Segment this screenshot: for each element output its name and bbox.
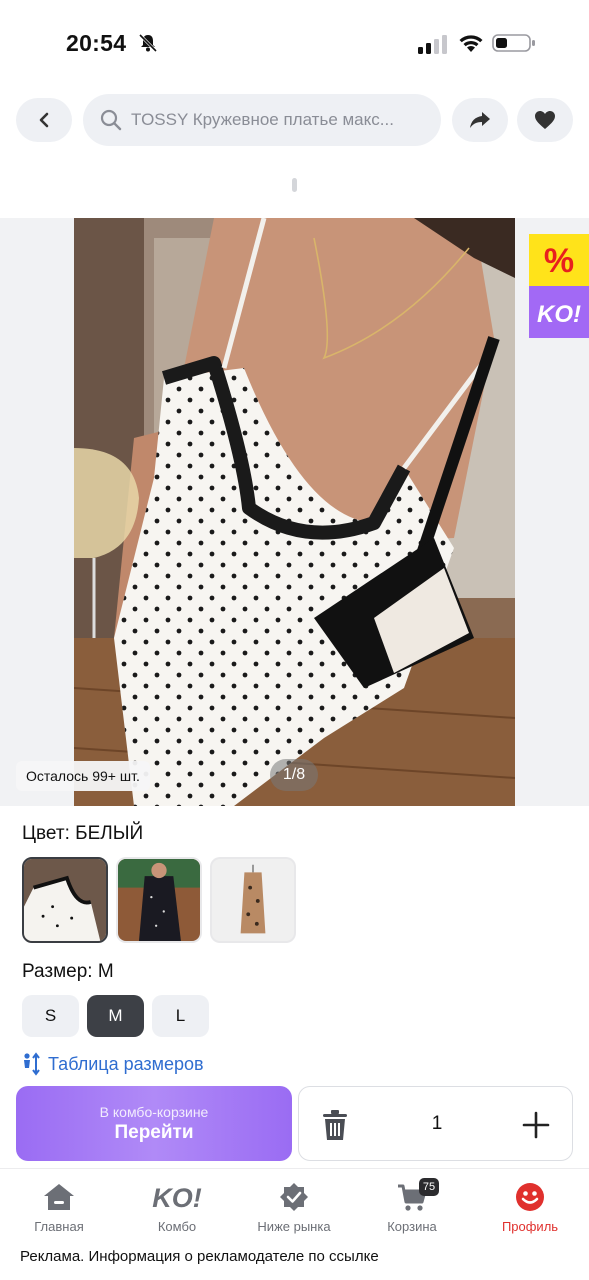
color-label: Цвет: БЕЛЫЙ [22,823,144,844]
promo-percent: % [544,242,574,280]
tab-below-market[interactable]: Ниже рынка [244,1181,344,1234]
tab-cart[interactable]: 75 Корзина [362,1178,462,1234]
size-table-link[interactable]: Таблица размеров [22,1052,204,1076]
gallery-page-counter: 1/8 [270,759,318,791]
tab-home[interactable]: Главная [9,1181,109,1234]
promo-brand: KO! [537,301,581,328]
color-swatch-black[interactable] [116,857,202,943]
size-label: Размер: M [22,961,114,982]
search-query-text: TOSSY Кружевное платье макс... [131,110,394,129]
pull-indicator [292,178,297,192]
heart-icon [535,111,555,129]
signal-icon [418,35,447,54]
black-dress-thumbnail [118,859,200,941]
search-field[interactable]: TOSSY Кружевное платье макс... [83,94,441,146]
plus-icon[interactable] [521,1110,551,1140]
color-swatch-white[interactable] [22,857,108,943]
tab-cart-label: Корзина [387,1219,437,1234]
back-button[interactable] [16,98,72,142]
stock-badge: Осталось 99+ шт. [16,761,150,791]
size-option-m[interactable]: M [87,995,144,1037]
tab-combo-label: Комбо [157,1219,197,1234]
search-icon [100,109,122,131]
white-dress-thumbnail [24,859,106,941]
color-swatch-leopard[interactable] [210,857,296,943]
tab-home-label: Главная [34,1219,84,1234]
leopard-dress-thumbnail [212,859,294,941]
home-icon [44,1184,74,1210]
promo-ko-badge[interactable]: % KO! [529,234,589,338]
tab-profile[interactable]: Профиль [480,1181,580,1234]
status-time: 20:54 [66,30,127,56]
ko-logo-icon: KO! [152,1183,202,1212]
combo-cart-button[interactable]: В комбо-корзине Перейти [16,1086,292,1161]
svg-text:KO!: KO! [152,1183,202,1212]
cart-count-badge: 75 [419,1178,439,1196]
profile-smile-icon [516,1183,544,1211]
combo-cart-title: Перейти [114,1121,194,1143]
product-gallery[interactable]: % KO! Осталось 99+ шт. 1/8 [0,218,589,806]
product-photo[interactable] [74,218,515,806]
quantity-stepper: 1 [298,1086,573,1161]
color-swatches [22,857,296,943]
bell-muted-icon [138,33,158,53]
status-bar: 20:54 [0,0,589,88]
ad-disclaimer[interactable]: Реклама. Информация о рекламодателе по с… [20,1248,379,1265]
trash-icon[interactable] [319,1108,351,1142]
bottom-tab-bar: Главная KO! Комбо Ниже рынка 75 Корзина … [0,1168,589,1240]
share-arrow-icon [470,112,490,128]
size-options: S M L [22,995,209,1037]
favorite-button[interactable] [517,98,573,142]
size-table-label: Таблица размеров [48,1053,204,1074]
combo-cart-subtitle: В комбо-корзине [99,1103,209,1120]
dress-photo-illustration [74,218,515,806]
ruler-arrows-icon [24,1052,40,1076]
tab-below-market-label: Ниже рынка [257,1219,331,1234]
size-option-l[interactable]: L [152,995,209,1037]
size-option-s[interactable]: S [22,995,79,1037]
battery-icon [492,34,535,52]
wifi-icon [459,35,483,52]
top-navigation: TOSSY Кружевное платье макс... [0,94,589,148]
share-button[interactable] [452,98,508,142]
quantity-value: 1 [431,1113,443,1134]
badge-check-icon [280,1183,308,1211]
chevron-left-icon [39,112,49,128]
tab-combo[interactable]: KO! Комбо [127,1181,227,1234]
tab-profile-label: Профиль [501,1219,559,1234]
